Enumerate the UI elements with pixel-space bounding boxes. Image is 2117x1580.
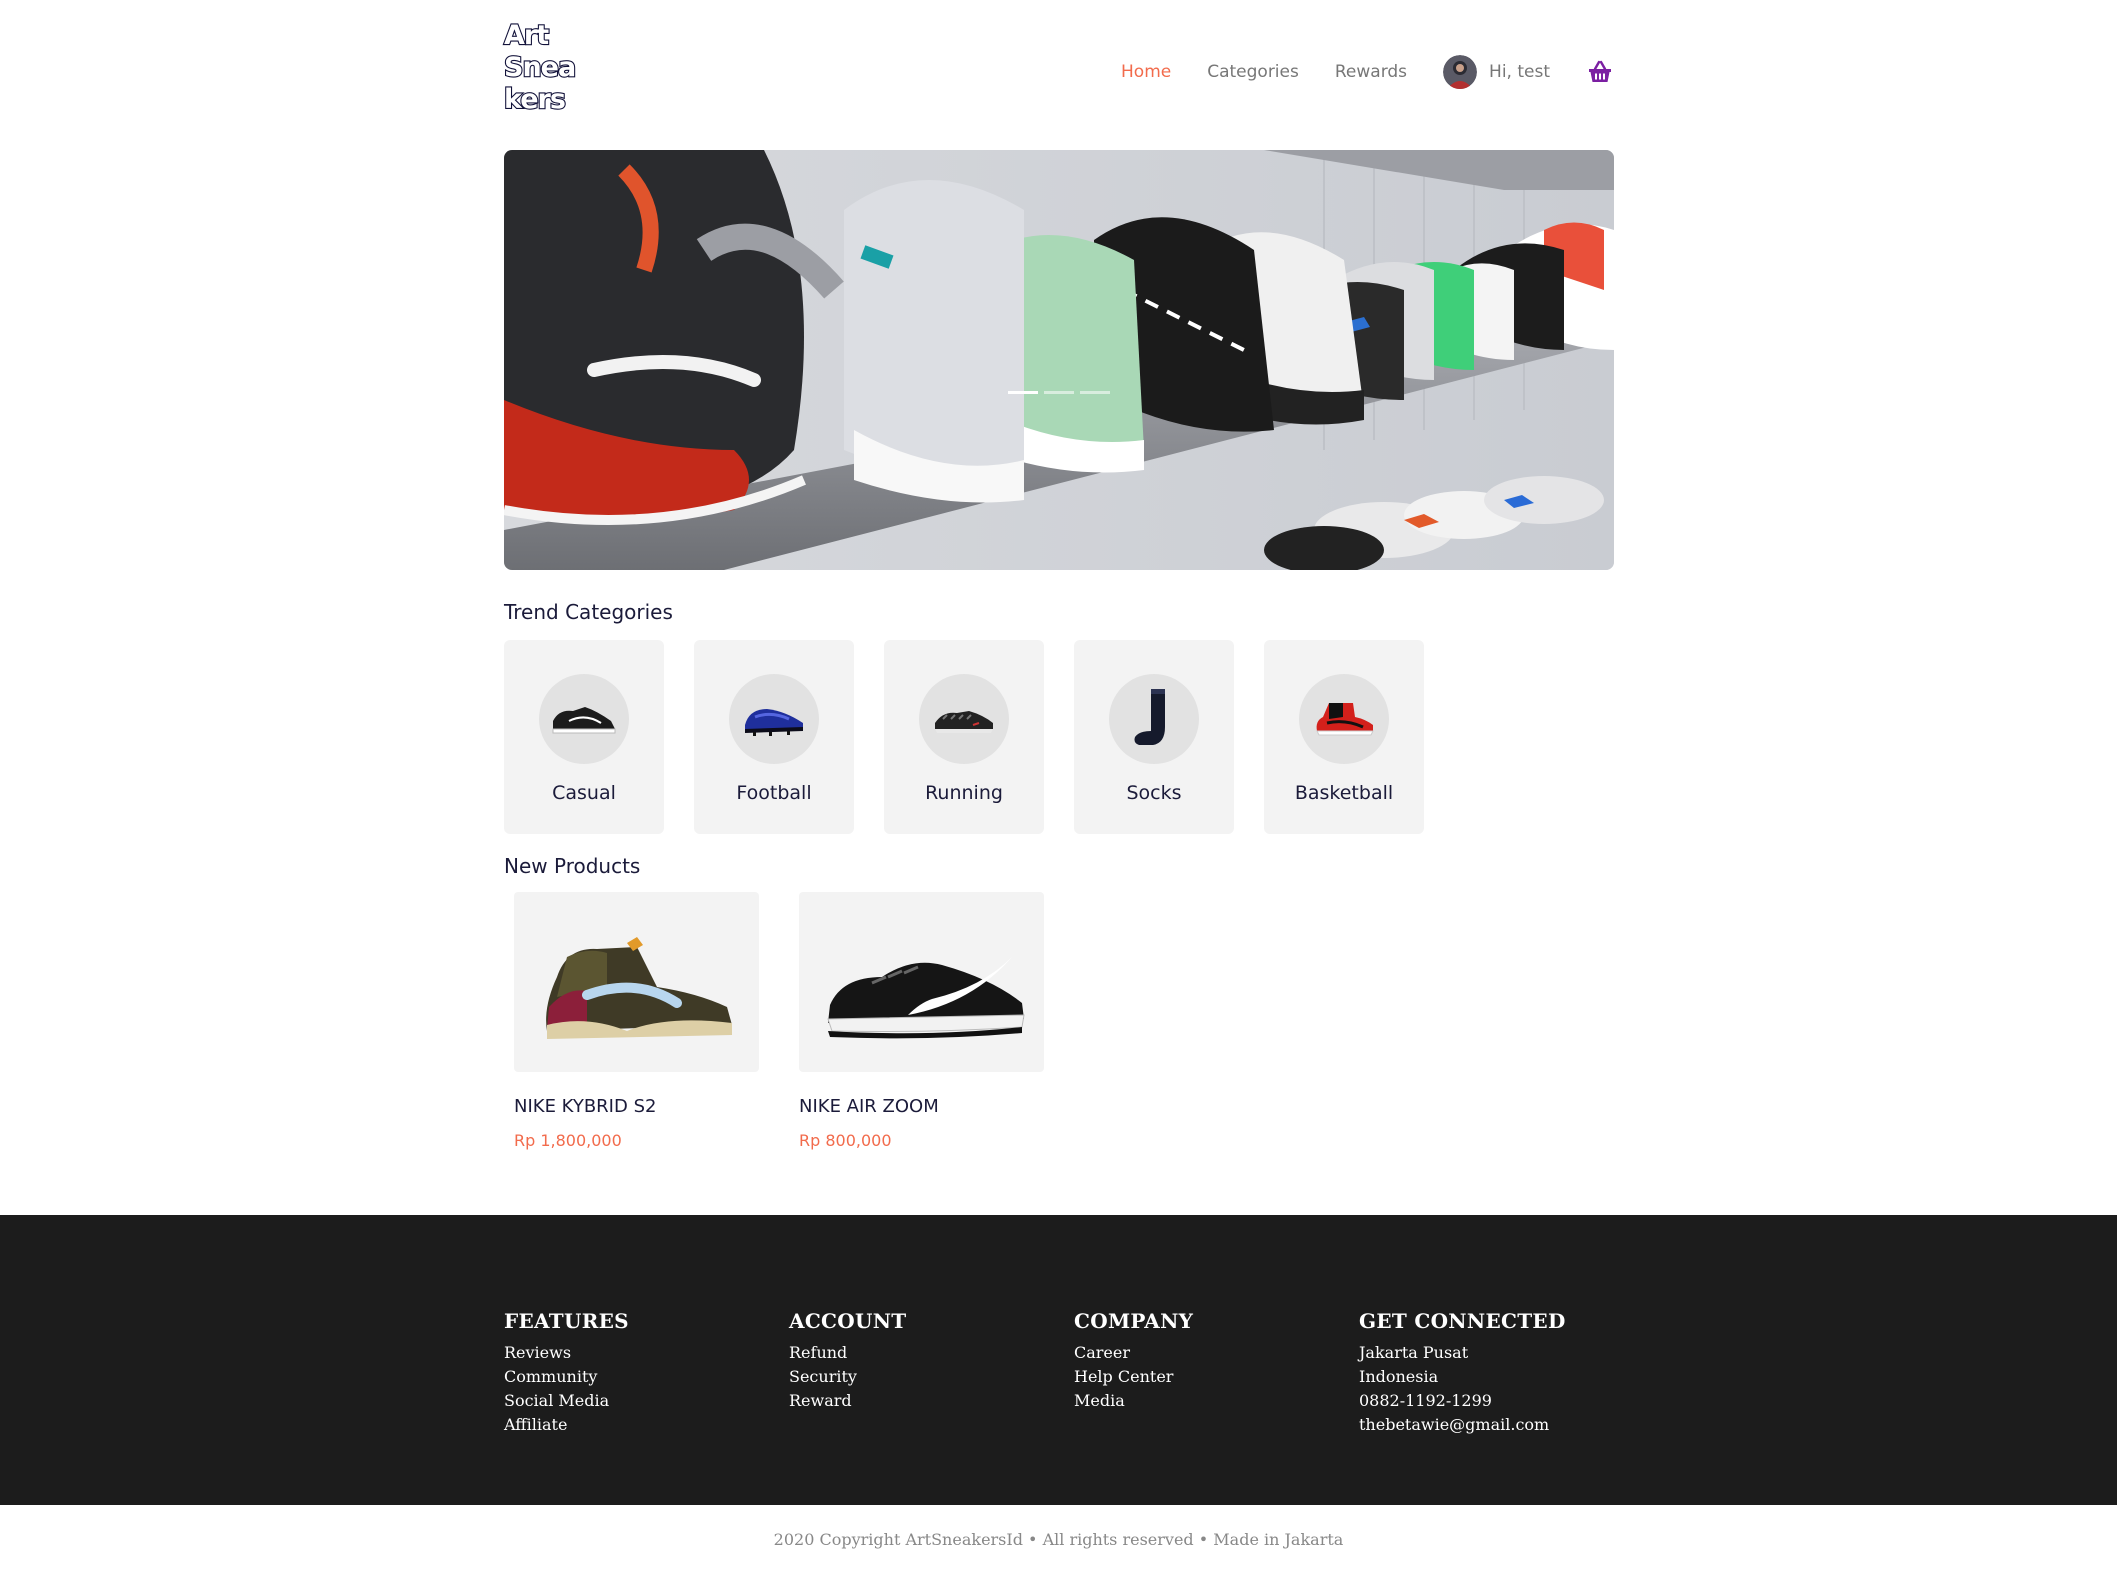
product-image	[799, 892, 1044, 1072]
product-card[interactable]: NIKE AIR ZOOM Rp 800,000	[799, 892, 1044, 1150]
category-list: Casual Football Running Socks Basketball	[504, 640, 1454, 834]
footer-link-media[interactable]: Media	[1074, 1389, 1193, 1413]
logo-line: kers	[503, 83, 567, 116]
footer-heading: GET CONNECTED	[1359, 1309, 1566, 1333]
footer-city: Jakarta Pusat	[1359, 1343, 1469, 1362]
main-nav: Home Categories Rewards Hi, test	[1121, 52, 1614, 92]
footer-link-reviews[interactable]: Reviews	[504, 1341, 629, 1365]
user-menu[interactable]: Hi, test	[1443, 55, 1550, 89]
basketball-shoe-icon	[1299, 674, 1389, 764]
football-boot-icon	[729, 674, 819, 764]
footer-account: ACCOUNT Refund Security Reward	[789, 1309, 906, 1413]
logo-line: Art	[503, 19, 550, 52]
footer-link-community[interactable]: Community	[504, 1365, 629, 1389]
product-price: Rp 800,000	[799, 1131, 892, 1150]
footer-features: FEATURES Reviews Community Social Media …	[504, 1309, 629, 1437]
category-basketball[interactable]: Basketball	[1264, 640, 1424, 834]
footer-link-reward[interactable]: Reward	[789, 1389, 906, 1413]
copyright-text: 2020 Copyright ArtSneakersId • All right…	[773, 1530, 1344, 1549]
carousel-indicators	[504, 391, 1614, 394]
category-label: Casual	[552, 782, 616, 804]
category-label: Basketball	[1294, 782, 1394, 804]
footer-link-help-center[interactable]: Help Center	[1074, 1365, 1193, 1389]
category-label: Socks	[1126, 782, 1182, 804]
footer-phone: 0882-1192-1299	[1359, 1391, 1492, 1410]
user-greeting: Hi, test	[1489, 62, 1550, 82]
product-price: Rp 1,800,000	[514, 1131, 622, 1150]
logo-line: Snea	[503, 51, 577, 84]
basket-icon[interactable]	[1586, 58, 1614, 86]
footer-link-career[interactable]: Career	[1074, 1341, 1193, 1365]
category-label: Running	[925, 782, 1003, 804]
nav-rewards[interactable]: Rewards	[1335, 62, 1407, 82]
casual-shoe-icon	[539, 674, 629, 764]
brand-logo[interactable]: Art Snea kers	[503, 19, 577, 116]
new-products-title: New Products	[504, 854, 641, 878]
carousel-dot[interactable]	[1008, 391, 1038, 394]
sock-icon	[1109, 674, 1199, 764]
footer-heading: FEATURES	[504, 1309, 629, 1333]
hero-banner[interactable]	[504, 150, 1614, 570]
nav-home[interactable]: Home	[1121, 62, 1171, 82]
category-casual[interactable]: Casual	[504, 640, 664, 834]
carousel-dot[interactable]	[1044, 391, 1074, 394]
footer-country: Indonesia	[1359, 1367, 1439, 1386]
product-card[interactable]: NIKE KYBRID S2 Rp 1,800,000	[514, 892, 759, 1150]
category-label: Football	[736, 782, 812, 804]
footer-company: COMPANY Career Help Center Media	[1074, 1309, 1193, 1413]
category-football[interactable]: Football	[694, 640, 854, 834]
footer-get-connected: GET CONNECTED Jakarta Pusat Indonesia 08…	[1359, 1309, 1566, 1437]
running-shoe-icon	[919, 674, 1009, 764]
site-footer: FEATURES Reviews Community Social Media …	[0, 1215, 2117, 1505]
product-name: NIKE KYBRID S2	[514, 1096, 657, 1117]
footer-link-affiliate[interactable]: Affiliate	[504, 1413, 629, 1437]
avatar	[1443, 55, 1478, 89]
nav-categories[interactable]: Categories	[1207, 62, 1299, 82]
product-name: NIKE AIR ZOOM	[799, 1096, 939, 1117]
hero-sneaker-shelf-image	[504, 150, 1614, 570]
footer-link-social-media[interactable]: Social Media	[504, 1389, 629, 1413]
trend-categories-title: Trend Categories	[504, 600, 673, 624]
carousel-dot[interactable]	[1080, 391, 1110, 394]
product-image	[514, 892, 759, 1072]
footer-link-refund[interactable]: Refund	[789, 1341, 906, 1365]
product-list: NIKE KYBRID S2 Rp 1,800,000 NIKE AIR ZOO…	[514, 892, 1084, 1150]
category-socks[interactable]: Socks	[1074, 640, 1234, 834]
footer-email: thebetawie@gmail.com	[1359, 1415, 1550, 1434]
footer-link-security[interactable]: Security	[789, 1365, 906, 1389]
category-running[interactable]: Running	[884, 640, 1044, 834]
footer-heading: ACCOUNT	[789, 1309, 907, 1333]
site-header: Art Snea kers Home Categories Rewards Hi…	[503, 19, 1614, 130]
footer-heading: COMPANY	[1074, 1309, 1194, 1333]
